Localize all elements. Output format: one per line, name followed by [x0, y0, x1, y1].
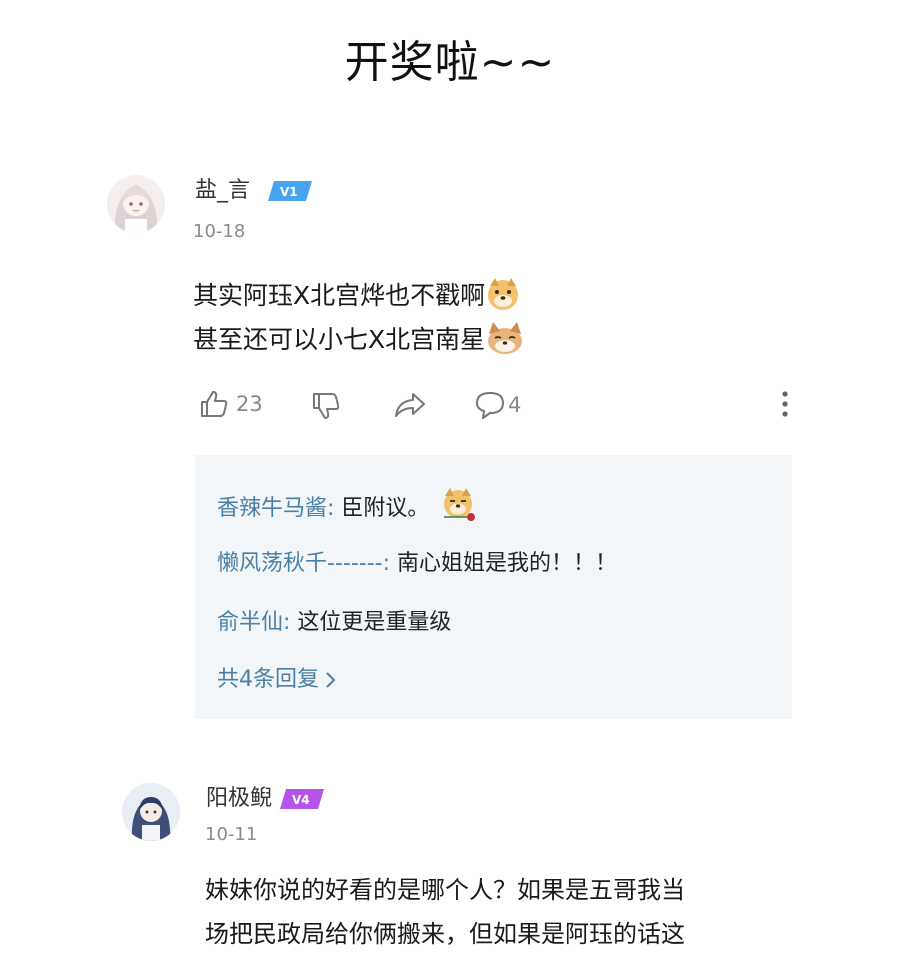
level-label: V4: [292, 793, 310, 807]
thumbs-up-icon: [201, 391, 228, 417]
thumbs-down-icon: [313, 393, 340, 419]
comment-bubble-icon: [476, 392, 504, 419]
comment-line: 妹妹你说的好看的是哪个人？如果是五哥我当: [205, 876, 685, 904]
level-label: V1: [280, 185, 298, 199]
reply-item: 懒风荡秋千-------: 南心姐姐是我的！！！: [217, 547, 617, 581]
comment-line-text: 其实阿珏X北宫烨也不戳啊: [193, 281, 486, 310]
like-button[interactable]: 23: [198, 388, 263, 420]
page-title: 开奖啦~~: [344, 37, 556, 88]
share-button[interactable]: [393, 389, 427, 421]
comment-date: 10-11: [205, 824, 258, 845]
reply-item: 俞半仙: 这位更是重量级: [217, 606, 451, 640]
comment-line: 其实阿珏X北宫烨也不戳啊: [193, 274, 521, 318]
comment-body: 妹妹你说的好看的是哪个人？如果是五哥我当 场把民政局给你俩搬来，但如果是阿珏的话…: [205, 868, 685, 956]
reply-text: 这位更是重量级: [290, 610, 452, 635]
reply-text: 南心姐姐是我的！！！: [390, 551, 617, 576]
chevron-right-icon: [326, 672, 336, 688]
share-arrow-icon: [395, 393, 425, 417]
more-options-button[interactable]: [778, 390, 792, 422]
reply-preview-box[interactable]: 香辣牛马酱: 臣附议。 懒风荡秋千-------: 南心姐姐是我的！！！ 俞半仙…: [195, 455, 792, 719]
comment-line: 甚至还可以小七X北宫南星: [193, 318, 523, 362]
avatar[interactable]: [122, 783, 180, 841]
avatar[interactable]: [107, 175, 165, 233]
doge-rose-emoji-icon: [440, 487, 476, 523]
username[interactable]: 阳极鲵: [206, 784, 272, 814]
reply-author[interactable]: 懒风荡秋千-------: [217, 551, 383, 576]
view-all-replies-label: 共4条回复: [217, 667, 319, 692]
dislike-button[interactable]: [310, 390, 342, 422]
comment-line: 场把民政局给你俩搬来，但如果是阿珏的话这: [205, 920, 685, 948]
level-badge-icon: V1: [268, 181, 312, 201]
level-badge-icon: V4: [280, 789, 324, 809]
comment-body: 其实阿珏X北宫烨也不戳啊 甚至还可以小七X北宫南星: [193, 274, 523, 362]
like-count: 23: [236, 392, 263, 416]
doge-emoji-icon: [485, 276, 521, 312]
reply-author[interactable]: 香辣牛马酱: [217, 496, 327, 521]
comment-date: 10-18: [193, 221, 246, 242]
more-vertical-icon: [782, 391, 788, 417]
reply-separator: :: [382, 551, 390, 576]
username[interactable]: 盐_言: [195, 176, 250, 206]
view-all-replies-link[interactable]: 共4条回复: [217, 663, 337, 697]
comment-count: 4: [508, 393, 522, 417]
cat-doge-emoji-icon: [485, 320, 523, 356]
reply-text: 臣附议。: [334, 496, 430, 521]
comment-line-text: 甚至还可以小七X北宫南星: [193, 325, 486, 354]
reply-author[interactable]: 俞半仙: [217, 610, 283, 635]
comment-button[interactable]: 4: [474, 390, 521, 420]
reply-item: 香辣牛马酱: 臣附议。: [217, 487, 476, 526]
